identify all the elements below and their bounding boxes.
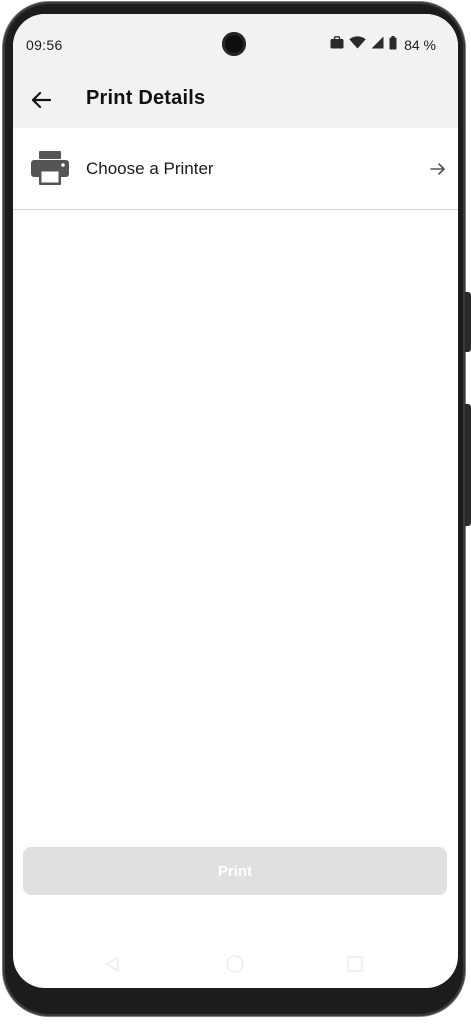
- front-camera: [222, 32, 246, 56]
- arrow-right-icon: [428, 159, 448, 179]
- wifi-icon: [349, 36, 366, 54]
- choose-printer-label: Choose a Printer: [86, 159, 214, 178]
- volume-button: [465, 404, 471, 526]
- system-nav-bar: [13, 944, 458, 988]
- back-nav-icon[interactable]: [101, 952, 125, 976]
- home-nav-icon[interactable]: [223, 952, 247, 976]
- back-button[interactable]: [21, 82, 61, 122]
- app-bar: Print Details: [13, 74, 458, 128]
- battery-percent: 84 %: [404, 37, 436, 53]
- recents-nav-icon[interactable]: [343, 952, 367, 976]
- battery-icon: [389, 35, 397, 55]
- signal-icon: [371, 36, 384, 54]
- print-button[interactable]: Print: [23, 847, 447, 895]
- status-bar: 09:56 84 %: [13, 14, 458, 74]
- screen: 09:56 84 % Print Details Choose a Printe…: [13, 14, 458, 988]
- choose-printer-row[interactable]: Choose a Printer: [13, 128, 458, 210]
- status-icons: 84 %: [330, 35, 436, 55]
- device-frame: 09:56 84 % Print Details Choose a Printe…: [0, 0, 471, 1024]
- printer-icon: [30, 150, 70, 186]
- briefcase-icon: [330, 36, 344, 54]
- page-title: Print Details: [86, 87, 206, 109]
- power-button: [465, 292, 471, 352]
- status-time: 09:56: [26, 37, 63, 53]
- arrow-left-icon: [30, 89, 52, 116]
